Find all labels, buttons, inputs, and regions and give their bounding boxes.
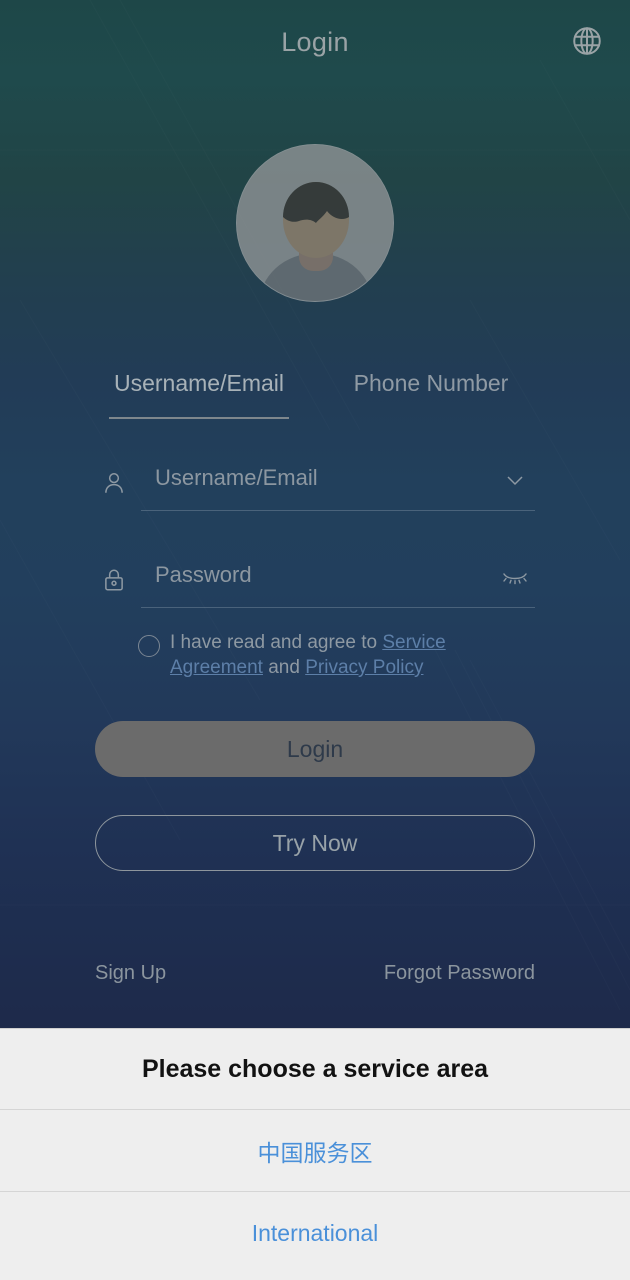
username-dropdown-button[interactable] (497, 466, 533, 494)
privacy-policy-link[interactable]: Privacy Policy (305, 657, 423, 678)
service-area-sheet-title: Please choose a service area (0, 1029, 630, 1110)
page-title: Login (281, 26, 349, 57)
password-field-row (95, 552, 535, 608)
agreement-checkbox[interactable] (138, 635, 160, 657)
agreement-text: I have read and agree to Service Agreeme… (170, 630, 498, 680)
service-area-sheet: Please choose a service area 中国服务区 Inter… (0, 1028, 630, 1280)
service-area-option-china[interactable]: 中国服务区 (0, 1110, 630, 1192)
tab-phone-number-label: Phone Number (353, 370, 509, 396)
username-input[interactable] (141, 464, 535, 501)
tab-username-email[interactable]: Username/Email (109, 370, 289, 419)
service-area-option-china-label: 中国服务区 (257, 1139, 373, 1166)
forgot-password-link[interactable]: Forgot Password (384, 962, 535, 985)
lock-icon (105, 569, 123, 591)
chevron-down-icon (507, 476, 523, 486)
service-area-option-international-label: International (251, 1219, 379, 1246)
tab-phone-number[interactable]: Phone Number (341, 370, 521, 419)
avatar-circle (236, 144, 394, 302)
agreement-prefix: I have read and agree to (170, 632, 383, 653)
login-button[interactable]: Login (95, 721, 535, 777)
try-now-button-label: Try Now (272, 829, 358, 856)
username-input-wrap (141, 455, 535, 511)
login-screen: Login Username/Email Phone Number Userna… (0, 0, 630, 1280)
toggle-password-visibility-button[interactable] (497, 563, 533, 591)
globe-icon (573, 27, 601, 55)
agreement-conjunction: and (262, 657, 306, 678)
footer-links: Sign Up Forgot Password (95, 962, 535, 985)
header-bar: Login (0, 0, 630, 84)
avatar[interactable] (236, 144, 394, 302)
service-area-option-international[interactable]: International (0, 1192, 630, 1274)
username-field-row (95, 455, 535, 511)
language-switch-button[interactable] (562, 16, 612, 66)
person-icon (105, 473, 123, 493)
password-input[interactable] (141, 561, 535, 598)
person-icon-wrap (95, 470, 141, 496)
sign-up-link[interactable]: Sign Up (95, 962, 166, 985)
lock-icon-wrap (95, 567, 141, 593)
eye-closed-icon (503, 573, 527, 585)
password-input-wrap (141, 552, 535, 608)
login-button-label: Login (286, 735, 344, 762)
tab-username-email-label: Username/Email (114, 370, 284, 396)
login-method-tabs: Username/Email Phone Number (0, 370, 630, 419)
default-user-avatar-icon (237, 145, 393, 301)
agreement-row: I have read and agree to Service Agreeme… (138, 630, 498, 680)
try-now-button[interactable]: Try Now (95, 815, 535, 871)
